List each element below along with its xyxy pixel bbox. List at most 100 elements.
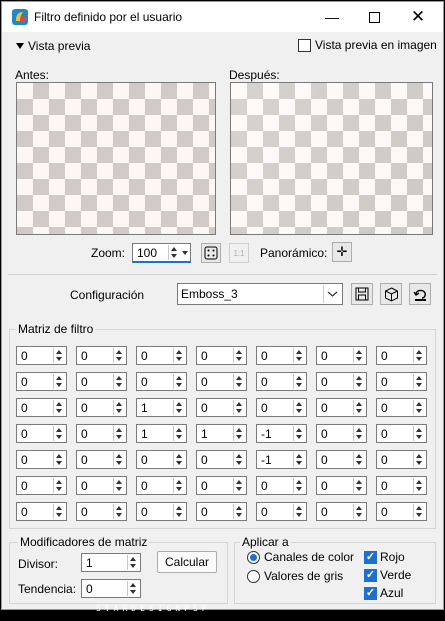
spin-arrows-icon[interactable]: [173, 452, 185, 467]
spin-arrows-icon[interactable]: [173, 348, 185, 363]
matrix-cell-r4-c6[interactable]: 0: [316, 424, 367, 443]
matrix-cell-r7-c1[interactable]: 0: [16, 502, 67, 521]
dropdown-arrow-icon[interactable]: [182, 251, 188, 255]
zoom-to-fit-button[interactable]: [201, 243, 221, 263]
matrix-cell-r1-c1[interactable]: 0: [16, 346, 67, 365]
spin-arrows-icon[interactable]: [53, 478, 65, 493]
green-option[interactable]: ✓ Verde: [364, 568, 411, 582]
spin-arrows-icon[interactable]: [53, 426, 65, 441]
spin-arrows-icon[interactable]: [413, 478, 425, 493]
matrix-cell-r2-c3[interactable]: 0: [136, 372, 187, 391]
spin-arrows-icon[interactable]: [293, 478, 305, 493]
matrix-cell-r4-c2[interactable]: 0: [76, 424, 127, 443]
green-checkbox[interactable]: ✓: [364, 568, 377, 582]
gray-values-option[interactable]: Valores de gris: [247, 569, 343, 583]
spin-arrows-icon[interactable]: [53, 400, 65, 415]
after-preview[interactable]: [230, 82, 433, 235]
spin-arrows-icon[interactable]: [413, 374, 425, 389]
spin-arrows-icon[interactable]: [353, 400, 365, 415]
matrix-cell-r6-c1[interactable]: 0: [16, 476, 67, 495]
matrix-cell-r2-c2[interactable]: 0: [76, 372, 127, 391]
pan-button[interactable]: ✛: [332, 242, 352, 262]
matrix-cell-r3-c4[interactable]: 0: [196, 398, 247, 417]
spin-arrows-icon[interactable]: [353, 426, 365, 441]
spin-arrows-icon[interactable]: [413, 452, 425, 467]
spin-arrows-icon[interactable]: [233, 374, 245, 389]
matrix-cell-r6-c5[interactable]: 0: [256, 476, 307, 495]
spin-arrows-icon[interactable]: [233, 504, 245, 519]
spin-arrows-icon[interactable]: [293, 452, 305, 467]
close-button[interactable]: ✕: [398, 2, 438, 32]
spin-arrows-icon[interactable]: [53, 348, 65, 363]
matrix-cell-r6-c2[interactable]: 0: [76, 476, 127, 495]
matrix-cell-r6-c7[interactable]: 0: [376, 476, 427, 495]
matrix-cell-r7-c7[interactable]: 0: [376, 502, 427, 521]
matrix-cell-r1-c6[interactable]: 0: [316, 346, 367, 365]
matrix-cell-r2-c6[interactable]: 0: [316, 372, 367, 391]
spin-arrows-icon[interactable]: [53, 452, 65, 467]
spin-arrows-icon[interactable]: [173, 426, 185, 441]
matrix-cell-r2-c4[interactable]: 0: [196, 372, 247, 391]
matrix-cell-r4-c3[interactable]: 1: [136, 424, 187, 443]
matrix-cell-r1-c5[interactable]: 0: [256, 346, 307, 365]
spin-arrows-icon[interactable]: [53, 374, 65, 389]
spin-arrows-icon[interactable]: [113, 452, 125, 467]
matrix-cell-r1-c2[interactable]: 0: [76, 346, 127, 365]
matrix-cell-r3-c2[interactable]: 0: [76, 398, 127, 417]
matrix-cell-r7-c4[interactable]: 0: [196, 502, 247, 521]
matrix-cell-r7-c2[interactable]: 0: [76, 502, 127, 521]
matrix-cell-r7-c6[interactable]: 0: [316, 502, 367, 521]
matrix-cell-r1-c3[interactable]: 0: [136, 346, 187, 365]
chevron-down-icon[interactable]: [323, 285, 341, 303]
matrix-cell-r5-c5[interactable]: -1: [256, 450, 307, 469]
spin-arrows-icon[interactable]: [293, 426, 305, 441]
matrix-cell-r5-c1[interactable]: 0: [16, 450, 67, 469]
spin-arrows-icon[interactable]: [293, 374, 305, 389]
zoom-input[interactable]: 100: [132, 243, 191, 263]
before-preview[interactable]: [16, 82, 216, 235]
matrix-cell-r1-c4[interactable]: 0: [196, 346, 247, 365]
spin-arrows-icon[interactable]: [413, 400, 425, 415]
spin-arrows-icon[interactable]: [413, 504, 425, 519]
config-select[interactable]: Emboss_3: [177, 283, 343, 305]
maximize-button[interactable]: [354, 2, 394, 32]
spin-arrows-icon[interactable]: [413, 348, 425, 363]
color-channels-radio[interactable]: [247, 550, 260, 564]
spin-arrows-icon[interactable]: [173, 478, 185, 493]
image-preview-checkbox[interactable]: Vista previa en imagen: [298, 38, 437, 52]
red-option[interactable]: ✓ Rojo: [364, 550, 405, 564]
spin-arrows-icon[interactable]: [293, 504, 305, 519]
matrix-cell-r6-c4[interactable]: 0: [196, 476, 247, 495]
matrix-cell-r7-c5[interactable]: 0: [256, 502, 307, 521]
spin-arrows-icon[interactable]: [113, 504, 125, 519]
divisor-input[interactable]: 1: [81, 553, 141, 572]
spin-arrows-icon[interactable]: [353, 478, 365, 493]
blue-option[interactable]: ✓ Azul: [364, 586, 403, 600]
matrix-cell-r3-c5[interactable]: 0: [256, 398, 307, 417]
matrix-cell-r4-c1[interactable]: 0: [16, 424, 67, 443]
matrix-cell-r6-c6[interactable]: 0: [316, 476, 367, 495]
spin-arrows-icon[interactable]: [233, 426, 245, 441]
matrix-cell-r3-c1[interactable]: 0: [16, 398, 67, 417]
spin-arrows-icon[interactable]: [113, 478, 125, 493]
actual-size-button[interactable]: 1:1: [229, 243, 249, 263]
matrix-cell-r7-c3[interactable]: 0: [136, 502, 187, 521]
spin-arrows-icon[interactable]: [353, 374, 365, 389]
matrix-cell-r3-c7[interactable]: 0: [376, 398, 427, 417]
random-preset-button[interactable]: [380, 283, 402, 305]
spin-arrows-icon[interactable]: [113, 374, 125, 389]
spin-arrows-icon[interactable]: [173, 504, 185, 519]
spin-arrows-icon[interactable]: [173, 374, 185, 389]
save-preset-button[interactable]: [351, 283, 373, 305]
matrix-cell-r4-c4[interactable]: 1: [196, 424, 247, 443]
matrix-cell-r2-c1[interactable]: 0: [16, 372, 67, 391]
matrix-cell-r5-c4[interactable]: 0: [196, 450, 247, 469]
matrix-cell-r4-c5[interactable]: -1: [256, 424, 307, 443]
reset-button[interactable]: [409, 283, 431, 305]
spin-arrows-icon[interactable]: [233, 348, 245, 363]
matrix-cell-r1-c7[interactable]: 0: [376, 346, 427, 365]
spin-arrows-icon[interactable]: [353, 452, 365, 467]
spin-arrows-icon[interactable]: [113, 400, 125, 415]
gray-values-radio[interactable]: [247, 569, 260, 583]
matrix-cell-r5-c3[interactable]: 0: [136, 450, 187, 469]
